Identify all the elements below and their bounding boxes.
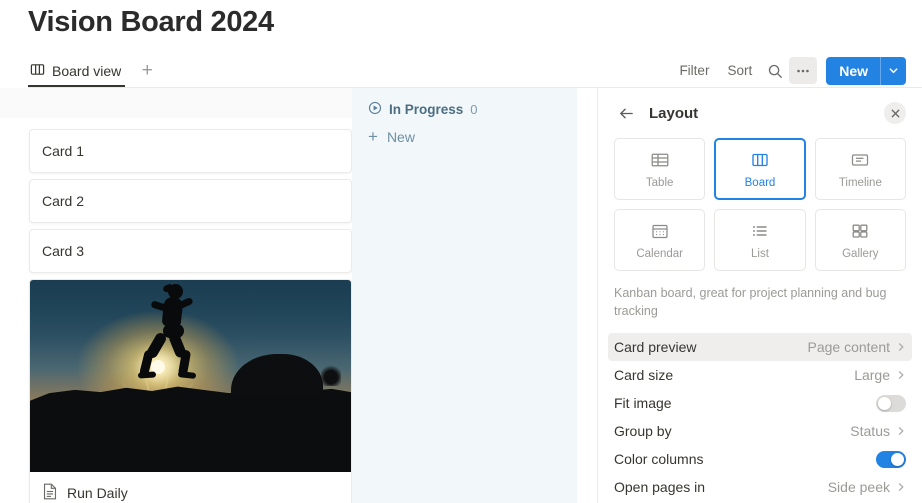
setting-value: Large xyxy=(854,367,890,384)
chevron-right-icon xyxy=(896,342,906,352)
new-button[interactable]: New xyxy=(826,56,906,85)
board-card[interactable]: Card 2 xyxy=(29,179,352,223)
todo-header-background xyxy=(0,88,352,118)
page-icon xyxy=(42,483,58,503)
setting-row-open-pages-in[interactable]: Open pages in Side peek xyxy=(608,473,912,501)
board-card-media[interactable]: Run Daily xyxy=(29,279,352,503)
board-card[interactable]: Card 3 xyxy=(29,229,352,273)
chevron-right-icon xyxy=(896,370,906,380)
setting-value-wrap: Page content xyxy=(807,339,906,355)
layout-option-list[interactable]: List xyxy=(714,209,806,271)
board-column-in-progress: In Progress 0 + New xyxy=(352,88,577,503)
layout-option-label: Board xyxy=(744,176,776,189)
arrow-left-icon[interactable] xyxy=(614,101,638,125)
chevron-right-icon xyxy=(896,482,906,492)
board-area: To-do 4 Card 1 Card 2 Card 3 xyxy=(0,88,597,503)
color-columns-toggle[interactable] xyxy=(876,450,906,468)
calendar-icon xyxy=(650,221,670,241)
page-title: Vision Board 2024 xyxy=(28,6,274,38)
add-view-button[interactable]: + xyxy=(135,59,159,83)
layout-panel: Layout Table Board Timeline Calendar Lis… xyxy=(597,88,922,503)
bush-silhouette xyxy=(321,364,341,386)
setting-value: Side peek xyxy=(827,479,890,496)
card-cover-image xyxy=(30,280,351,472)
setting-row-card-size[interactable]: Card size Large xyxy=(608,361,912,389)
sort-button[interactable]: Sort xyxy=(718,58,761,83)
plus-icon: + xyxy=(368,127,378,146)
card-list-todo: Card 1 Card 2 Card 3 Run Daily xyxy=(29,129,352,503)
setting-label: Open pages in xyxy=(614,479,706,496)
new-button-label: New xyxy=(839,62,868,79)
runner-silhouette xyxy=(137,283,210,388)
setting-label: Group by xyxy=(614,423,672,440)
setting-value-wrap xyxy=(876,394,906,412)
setting-value-wrap: Side peek xyxy=(828,479,906,495)
close-icon[interactable] xyxy=(884,102,906,124)
board-card[interactable]: Card 1 xyxy=(29,129,352,173)
setting-value-wrap: Status xyxy=(850,423,906,439)
panel-title: Layout xyxy=(649,104,699,122)
setting-value: Page content xyxy=(807,339,890,356)
chevron-down-icon[interactable] xyxy=(881,57,906,85)
setting-row-group-by[interactable]: Group by Status xyxy=(608,417,912,445)
layout-option-label: Calendar xyxy=(636,247,683,260)
filter-button[interactable]: Filter xyxy=(670,58,718,83)
layout-option-gallery[interactable]: Gallery xyxy=(814,209,906,271)
card-title: Run Daily xyxy=(67,485,128,501)
column-name: In Progress xyxy=(389,101,464,117)
table-icon xyxy=(650,150,670,170)
layout-option-label: Timeline xyxy=(838,176,882,189)
add-card-button[interactable]: + New xyxy=(352,118,577,145)
panel-header: Layout xyxy=(614,93,906,133)
search-icon[interactable] xyxy=(761,57,789,84)
layout-options-grid: Table Board Timeline Calendar List Galle… xyxy=(614,138,906,271)
setting-row-fit-image[interactable]: Fit image xyxy=(608,389,912,417)
layout-option-calendar[interactable]: Calendar xyxy=(614,209,706,271)
layout-option-board[interactable]: Board xyxy=(714,138,806,200)
layout-option-label: List xyxy=(751,247,769,260)
view-tabs: Board view + xyxy=(28,54,159,87)
card-title: Card 3 xyxy=(42,243,85,259)
setting-row-color-columns[interactable]: Color columns xyxy=(608,445,912,473)
layout-option-label: Gallery xyxy=(842,247,879,260)
column-header-in-progress[interactable]: In Progress 0 xyxy=(352,88,577,118)
layout-settings-list: Card preview Page content Card size Larg… xyxy=(608,333,912,501)
gallery-icon xyxy=(850,221,870,241)
toolbar: Board view + Filter Sort New xyxy=(0,54,922,87)
setting-value-wrap: Large xyxy=(854,367,906,383)
setting-label: Card preview xyxy=(614,339,697,356)
setting-row-card-preview[interactable]: Card preview Page content xyxy=(608,333,912,362)
tab-label: Board view xyxy=(52,62,122,79)
layout-option-label: Table xyxy=(645,176,674,189)
layout-option-table[interactable]: Table xyxy=(614,138,706,200)
setting-value: Status xyxy=(850,423,890,440)
column-count: 0 xyxy=(470,101,478,117)
toolbar-actions: Filter Sort New xyxy=(670,54,906,87)
setting-label: Fit image xyxy=(614,395,672,412)
setting-value-wrap xyxy=(876,450,906,468)
card-footer: Run Daily xyxy=(30,472,351,503)
card-title: Card 2 xyxy=(42,193,85,209)
card-title: Card 1 xyxy=(42,143,85,159)
list-icon xyxy=(750,221,770,241)
more-options-button[interactable] xyxy=(789,57,818,84)
setting-label: Color columns xyxy=(614,451,704,468)
layout-description: Kanban board, great for project planning… xyxy=(614,286,887,319)
chevron-right-icon xyxy=(896,426,906,436)
timeline-icon xyxy=(850,150,870,170)
fit-image-toggle[interactable] xyxy=(876,394,906,412)
layout-option-timeline[interactable]: Timeline xyxy=(814,138,906,200)
tab-board-view[interactable]: Board view xyxy=(28,54,126,87)
board-icon xyxy=(750,150,770,170)
app-root: Vision Board 2024 Board view + Filter So… xyxy=(0,0,922,503)
play-circle-icon xyxy=(368,101,382,118)
board-icon xyxy=(30,62,45,80)
runner-sunset-image xyxy=(30,280,351,472)
boulder-silhouette xyxy=(231,354,323,396)
setting-label: Card size xyxy=(614,367,674,384)
add-card-label: New xyxy=(386,128,415,145)
board-column-todo: To-do 4 Card 1 Card 2 Card 3 xyxy=(0,88,352,503)
